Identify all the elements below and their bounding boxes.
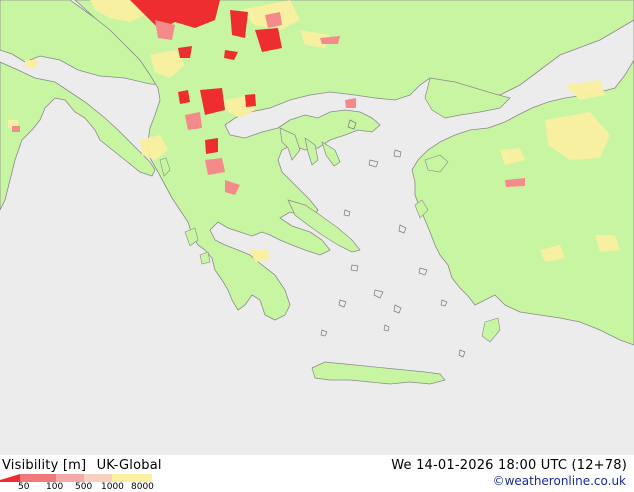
- legend-swatch-8000: [112, 474, 152, 482]
- legend-label-50: 50: [18, 482, 30, 492]
- product-title: Visibility [m] UK-Global: [2, 458, 162, 473]
- map-canvas: [0, 0, 634, 455]
- legend-label-1000: 1000: [101, 482, 124, 492]
- legend-swatch-1000: [84, 474, 112, 482]
- legend-swatch-50: [0, 474, 20, 482]
- visibility-map: [0, 0, 634, 455]
- legend: 50 100 500 1000 8000: [0, 472, 170, 492]
- product-label: Visibility [m]: [2, 458, 87, 473]
- forecast-datetime: We 14-01-2026 18:00 UTC (12+78): [391, 458, 627, 473]
- legend-swatch-500: [56, 474, 84, 482]
- legend-swatch-100: [20, 474, 56, 482]
- credit-link[interactable]: ©weatheronline.co.uk: [493, 474, 626, 488]
- legend-label-500: 500: [75, 482, 93, 492]
- legend-label-100: 100: [46, 482, 64, 492]
- map-footer: Visibility [m] UK-Global We 14-01-2026 1…: [0, 455, 634, 492]
- legend-label-8000: 8000: [131, 482, 154, 492]
- model-label: UK-Global: [96, 458, 162, 473]
